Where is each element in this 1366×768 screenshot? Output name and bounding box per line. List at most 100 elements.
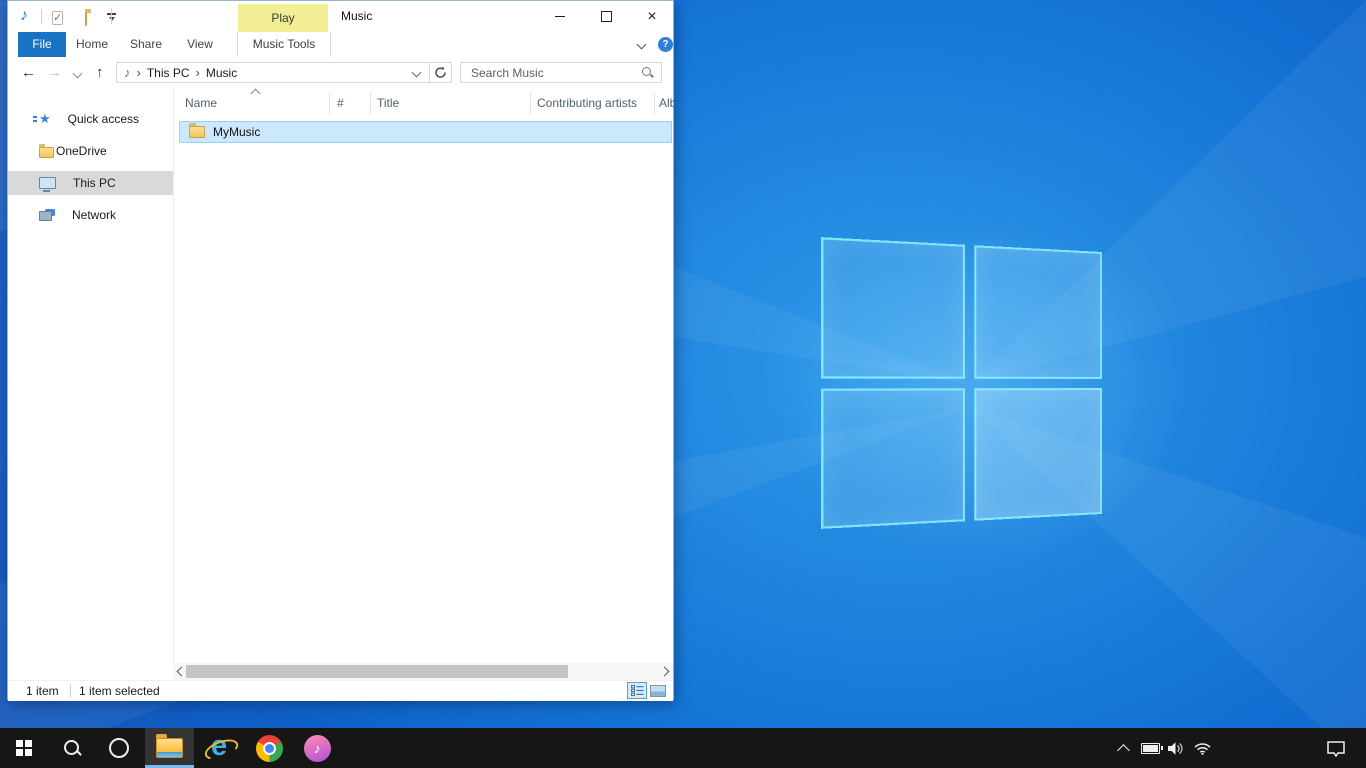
- scrollbar-thumb[interactable]: [186, 665, 568, 678]
- tab-music-tools[interactable]: Music Tools: [237, 32, 331, 57]
- ribbon-tab-bar: File Home Share View Music Tools ?: [8, 32, 673, 59]
- chrome-icon: [256, 735, 283, 762]
- sidebar-item-quick-access[interactable]: ★ Quick access: [8, 107, 173, 131]
- windows-logo-pane: [821, 388, 964, 529]
- details-view-icon: [631, 685, 644, 696]
- music-note-icon: ♪: [20, 8, 28, 24]
- maximize-icon: [601, 11, 612, 22]
- column-header-contributing-artists[interactable]: Contributing artists: [537, 91, 651, 115]
- taskbar-file-explorer-button[interactable]: [145, 728, 194, 768]
- column-separator[interactable]: [329, 92, 330, 114]
- close-icon: ×: [647, 8, 656, 26]
- column-separator[interactable]: [654, 92, 655, 114]
- title-bar[interactable]: ♪ ✓ Play Music ×: [8, 1, 673, 32]
- properties-check-icon[interactable]: ✓: [52, 11, 63, 25]
- sidebar-item-label: Quick access: [68, 112, 139, 126]
- minimize-ribbon-chevron-icon[interactable]: [637, 40, 647, 50]
- refresh-button[interactable]: [429, 62, 452, 83]
- battery-icon: [1141, 743, 1160, 754]
- separator: [41, 9, 42, 24]
- sidebar-item-label: Network: [72, 208, 116, 222]
- file-explorer-icon: [156, 738, 183, 758]
- search-box[interactable]: [460, 62, 662, 83]
- item-count: 1 item: [26, 681, 59, 701]
- refresh-icon: [434, 66, 447, 79]
- computer-icon: [39, 177, 56, 189]
- column-header-name[interactable]: Name: [185, 91, 325, 115]
- column-header-album[interactable]: Alb: [659, 91, 674, 115]
- network-icon: [39, 209, 55, 221]
- taskbar-itunes-button[interactable]: ♪: [293, 728, 341, 768]
- cortana-button[interactable]: [96, 728, 142, 768]
- close-button[interactable]: ×: [629, 1, 675, 32]
- column-separator[interactable]: [370, 92, 371, 114]
- taskbar-internet-explorer-button[interactable]: e: [196, 728, 244, 768]
- star-icon: ★: [39, 111, 51, 127]
- action-center-icon: [1326, 740, 1346, 757]
- forward-arrow-icon[interactable]: →: [47, 58, 62, 88]
- column-separator[interactable]: [530, 92, 531, 114]
- back-arrow-icon[interactable]: ←: [21, 58, 36, 88]
- horizontal-scrollbar[interactable]: [173, 663, 673, 680]
- internet-explorer-icon: e: [205, 733, 235, 763]
- sidebar-item-label: OneDrive: [56, 144, 107, 158]
- tray-network-button[interactable]: [1188, 728, 1216, 768]
- tray-show-hidden-icons-button[interactable]: [1110, 728, 1136, 768]
- breadcrumb-music[interactable]: Music: [206, 66, 237, 80]
- windows-start-icon: [16, 740, 32, 756]
- sidebar-item-network[interactable]: Network: [8, 203, 173, 227]
- address-dropdown-chevron-icon[interactable]: [412, 68, 422, 78]
- folder-icon: [189, 126, 205, 138]
- search-icon[interactable]: [641, 66, 654, 79]
- taskbar-chrome-button[interactable]: [245, 728, 293, 768]
- wifi-icon: [1193, 741, 1212, 755]
- start-button[interactable]: [0, 728, 48, 768]
- details-view-toggle[interactable]: [627, 682, 647, 699]
- chevron-up-icon: [1117, 744, 1130, 757]
- scroll-right-arrow-icon[interactable]: [656, 663, 673, 680]
- column-header-number[interactable]: #: [337, 91, 367, 115]
- address-bar: ← → ↑ ♪ › This PC › Music: [8, 58, 673, 89]
- help-icon[interactable]: ?: [658, 37, 673, 52]
- main-area: ★ Quick access OneDrive This PC Network …: [8, 88, 673, 663]
- cortana-icon: [109, 738, 129, 758]
- separator: [111, 9, 112, 24]
- address-box[interactable]: ♪ › This PC › Music: [116, 62, 430, 83]
- window-title: Music: [341, 1, 372, 32]
- breadcrumb-this-pc[interactable]: This PC: [147, 66, 190, 80]
- taskbar-search-button[interactable]: [48, 728, 96, 768]
- itunes-icon: ♪: [304, 735, 331, 762]
- tab-play[interactable]: Play: [238, 4, 328, 32]
- thumbnails-view-icon: [650, 685, 666, 697]
- file-list: Name # Title Contributing artists Alb My…: [173, 88, 673, 663]
- tab-share[interactable]: Share: [118, 32, 174, 57]
- status-bar: 1 item 1 item selected: [8, 680, 673, 701]
- windows-logo-pane: [974, 388, 1102, 521]
- sidebar-item-label: This PC: [73, 176, 116, 190]
- up-arrow-icon[interactable]: ↑: [96, 58, 104, 88]
- tab-home[interactable]: Home: [66, 32, 118, 57]
- tab-view[interactable]: View: [174, 32, 226, 57]
- breadcrumb-chevron-icon: ›: [196, 65, 200, 80]
- tray-volume-button[interactable]: [1162, 728, 1188, 768]
- tab-file[interactable]: File: [18, 32, 66, 57]
- windows-logo-pane: [974, 245, 1102, 378]
- search-icon: [62, 738, 82, 758]
- breadcrumb-chevron-icon: ›: [137, 65, 141, 80]
- minimize-button[interactable]: [537, 1, 583, 32]
- selection-count: 1 item selected: [79, 681, 160, 701]
- minimize-icon: [555, 16, 565, 17]
- column-header-title[interactable]: Title: [377, 91, 525, 115]
- speaker-icon: [1167, 741, 1184, 756]
- sidebar-item-onedrive[interactable]: OneDrive: [8, 139, 173, 163]
- navigation-pane: ★ Quick access OneDrive This PC Network: [8, 88, 173, 663]
- tray-battery-button[interactable]: [1138, 728, 1162, 768]
- sidebar-item-this-pc[interactable]: This PC: [8, 171, 173, 195]
- file-row-mymusic[interactable]: MyMusic: [179, 121, 672, 143]
- search-input[interactable]: [469, 65, 641, 81]
- file-explorer-window: ♪ ✓ Play Music × File Home Share View Mu…: [7, 0, 674, 700]
- thumbnails-view-toggle[interactable]: [648, 682, 668, 699]
- action-center-button[interactable]: [1314, 728, 1358, 768]
- maximize-button[interactable]: [583, 1, 629, 32]
- recent-locations-chevron-icon[interactable]: [73, 69, 83, 79]
